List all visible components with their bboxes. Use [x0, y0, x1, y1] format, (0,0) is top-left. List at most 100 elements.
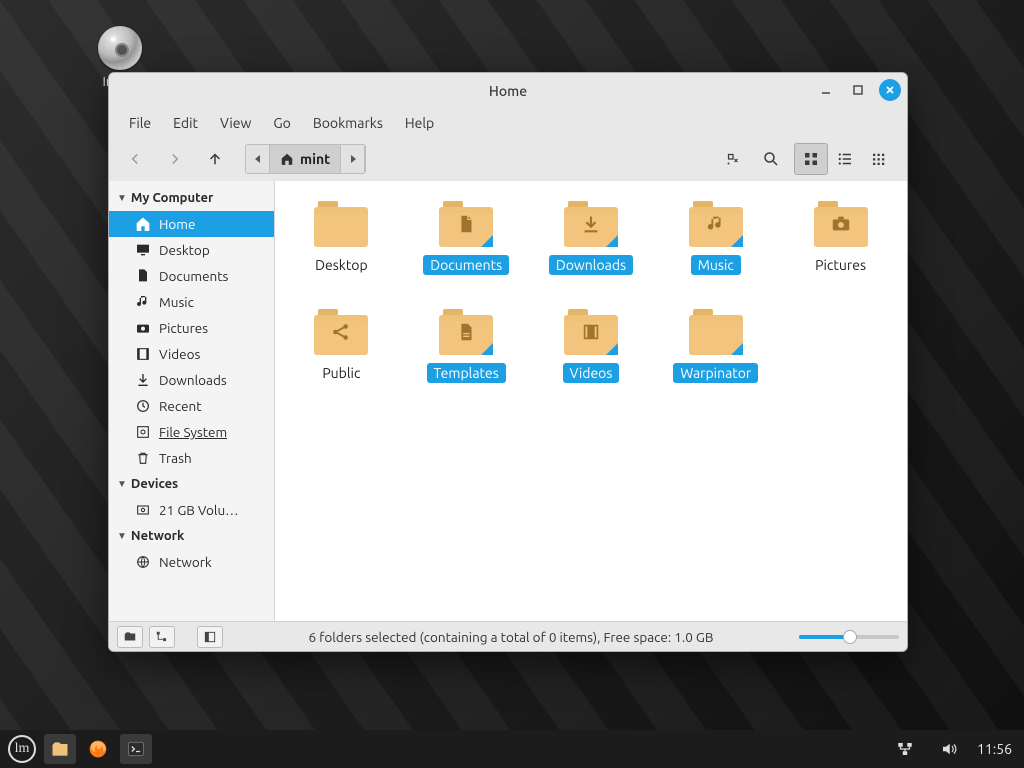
zoom-thumb[interactable] — [843, 630, 857, 644]
sidebar-section-network[interactable]: ▼ Network — [109, 523, 274, 549]
compact-icon — [870, 150, 888, 168]
folder-item[interactable]: Pictures — [786, 201, 896, 275]
icon-view-button[interactable] — [794, 143, 828, 175]
folder-icon — [439, 201, 493, 247]
sidebar-item-trash[interactable]: Trash — [109, 445, 274, 471]
compact-view-button[interactable] — [862, 143, 896, 175]
sidebar-item-documents[interactable]: Documents — [109, 263, 274, 289]
tray-volume[interactable] — [933, 734, 965, 764]
arrow-left-icon — [126, 150, 144, 168]
sidebar-item-desktop[interactable]: Desktop — [109, 237, 274, 263]
forward-button[interactable] — [159, 143, 191, 175]
selection-corner-icon — [731, 343, 743, 355]
sidebar-item-network[interactable]: Network — [109, 549, 274, 575]
folder-item[interactable]: Public — [286, 309, 396, 383]
clock[interactable]: 11:56 — [977, 741, 1012, 757]
path-next-button[interactable] — [341, 145, 365, 173]
chevron-down-icon: ▼ — [117, 530, 127, 542]
taskbar-terminal[interactable] — [120, 734, 152, 764]
folder-icon — [439, 309, 493, 355]
sidebar-item-label: File System — [159, 424, 227, 440]
close-icon — [883, 83, 897, 97]
file-manager-window: Home File Edit View Go Bookmarks Help — [108, 72, 908, 652]
sidebar-item-label: Pictures — [159, 320, 208, 336]
zoom-slider[interactable] — [799, 630, 899, 644]
folder-item[interactable]: Warpinator — [661, 309, 771, 383]
menu-go[interactable]: Go — [263, 111, 300, 135]
sidebar-item-pictures[interactable]: Pictures — [109, 315, 274, 341]
window-controls — [815, 79, 901, 101]
zoom-fill — [799, 635, 845, 639]
sidebar-item-filesystem[interactable]: File System — [109, 419, 274, 445]
folder-item[interactable]: Music — [661, 201, 771, 275]
folder-name: Videos — [563, 363, 620, 383]
folder-item[interactable]: Videos — [536, 309, 646, 383]
folder-view[interactable]: Desktop Documents Downloads Music Pictures Pu… — [275, 181, 907, 621]
toolbar: mint — [109, 137, 907, 181]
places-icon — [123, 630, 137, 644]
maximize-button[interactable] — [847, 79, 869, 101]
sidebar: ▼ My Computer Home Desktop Documents — [109, 181, 275, 621]
system-tray: 11:56 — [889, 734, 1018, 764]
minimize-button[interactable] — [815, 79, 837, 101]
folder-name: Music — [691, 255, 741, 275]
search-button[interactable] — [755, 143, 787, 175]
menu-button[interactable]: lm — [6, 734, 38, 764]
list-view-button[interactable] — [828, 143, 862, 175]
desktop-wallpaper[interactable]: Install Home File Edit View Go Bookm — [0, 0, 1024, 768]
path-prev-button[interactable] — [246, 145, 270, 173]
sidebar-section-devices[interactable]: ▼ Devices — [109, 471, 274, 497]
taskbar-firefox[interactable] — [82, 734, 114, 764]
arrow-right-icon — [166, 150, 184, 168]
share-icon — [314, 309, 368, 355]
menu-view[interactable]: View — [210, 111, 261, 135]
sidebar-item-label: Network — [159, 554, 212, 570]
window-body: ▼ My Computer Home Desktop Documents — [109, 181, 907, 621]
sidebar-item-label: Videos — [159, 346, 200, 362]
menu-edit[interactable]: Edit — [163, 111, 208, 135]
sidebar-item-label: Desktop — [159, 242, 210, 258]
titlebar[interactable]: Home — [109, 73, 907, 109]
toggle-location-icon — [724, 150, 742, 168]
folder-item[interactable]: Downloads — [536, 201, 646, 275]
firefox-icon — [88, 739, 108, 759]
terminal-icon — [126, 739, 146, 759]
folder-item[interactable]: Desktop — [286, 201, 396, 275]
statusbar: 6 folders selected (containing a total o… — [109, 621, 907, 651]
volume-icon — [940, 740, 958, 758]
sidebar-section-computer[interactable]: ▼ My Computer — [109, 185, 274, 211]
taskbar-files[interactable] — [44, 734, 76, 764]
folder-name: Downloads — [549, 255, 633, 275]
show-places-button[interactable] — [117, 626, 143, 648]
list-icon — [836, 150, 854, 168]
sidebar-section-label: Devices — [131, 477, 178, 491]
folder-item[interactable]: Templates — [411, 309, 521, 383]
close-button[interactable] — [879, 79, 901, 101]
sidebar-item-volume[interactable]: 21 GB Volu… — [109, 497, 274, 523]
folder-icon — [314, 201, 368, 247]
path-segment-home[interactable]: mint — [270, 145, 341, 173]
folder-name: Desktop — [308, 255, 375, 275]
chevron-down-icon: ▼ — [117, 478, 127, 490]
menu-bookmarks[interactable]: Bookmarks — [303, 111, 393, 135]
sidebar-item-recent[interactable]: Recent — [109, 393, 274, 419]
grid-icon — [802, 150, 820, 168]
sidebar-item-home[interactable]: Home — [109, 211, 274, 237]
camera-icon — [814, 201, 868, 247]
sidebar-item-label: 21 GB Volu… — [159, 502, 239, 518]
sidebar-item-label: Trash — [159, 450, 192, 466]
tray-network[interactable] — [889, 734, 921, 764]
menu-file[interactable]: File — [119, 111, 161, 135]
toggle-sidebar-button[interactable] — [197, 626, 223, 648]
menu-help[interactable]: Help — [395, 111, 444, 135]
sidebar-toggle-icon — [203, 630, 217, 644]
sidebar-item-music[interactable]: Music — [109, 289, 274, 315]
back-button[interactable] — [119, 143, 151, 175]
film-icon — [135, 346, 151, 362]
sidebar-item-videos[interactable]: Videos — [109, 341, 274, 367]
up-button[interactable] — [199, 143, 231, 175]
show-tree-button[interactable] — [149, 626, 175, 648]
sidebar-item-downloads[interactable]: Downloads — [109, 367, 274, 393]
toggle-location-button[interactable] — [717, 143, 749, 175]
folder-item[interactable]: Documents — [411, 201, 521, 275]
